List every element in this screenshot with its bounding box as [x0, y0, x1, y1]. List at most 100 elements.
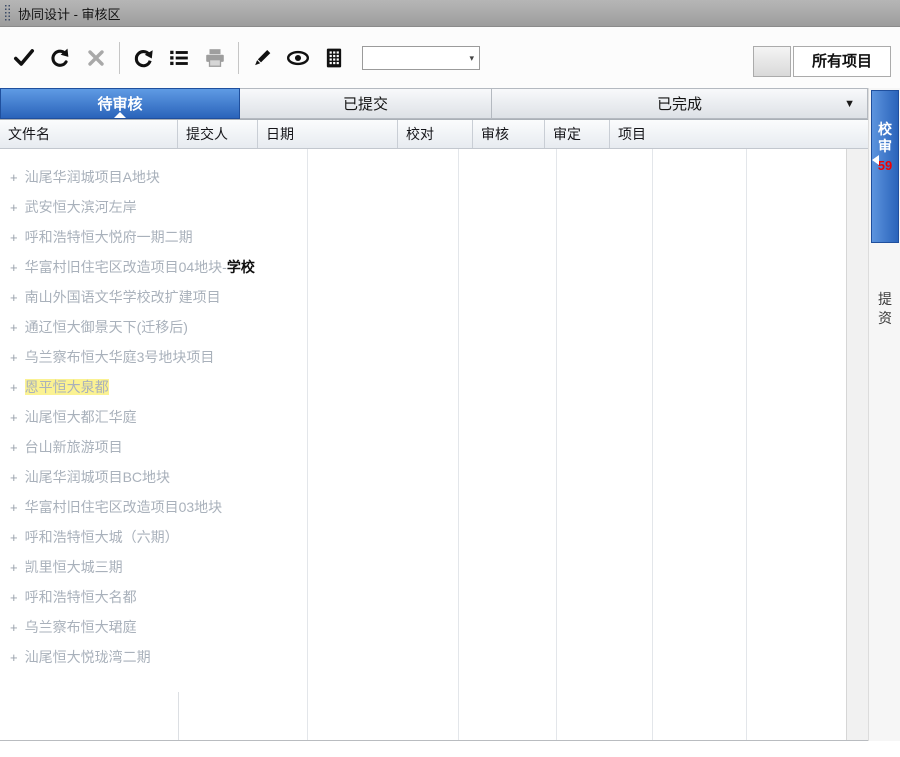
project-name: 凯里恒大城三期: [25, 559, 123, 575]
side-tab-review[interactable]: 校 审 59: [871, 90, 899, 243]
side-tab-strip: 校 审 59 提 资: [868, 88, 900, 741]
expand-icon[interactable]: +: [10, 230, 18, 245]
column-header-submitter[interactable]: 提交人: [178, 120, 258, 148]
side-tab-tizi[interactable]: 提 资: [871, 286, 899, 354]
side-tab-label-char: 提: [871, 290, 899, 309]
building-icon: [323, 47, 345, 69]
table-row[interactable]: + 呼和浩特恒大悦府一期二期: [0, 222, 868, 252]
expand-icon[interactable]: +: [10, 380, 18, 395]
tab-pending-review[interactable]: 待审核: [0, 88, 240, 119]
project-name: 汕尾华润城项目BC地块: [25, 469, 170, 485]
expand-icon[interactable]: +: [10, 620, 18, 635]
tab-label: 已提交: [343, 93, 388, 114]
pencil-icon: [251, 47, 273, 69]
table-row[interactable]: + 通辽恒大御景天下(迁移后): [0, 312, 868, 342]
tab-bar: 待审核 已提交 已完成 ▼: [0, 88, 868, 119]
grip-icon: [4, 4, 11, 22]
title-bar: 协同设计 - 审核区: [0, 0, 900, 27]
edit-button[interactable]: [244, 40, 280, 76]
preview-button[interactable]: [280, 40, 316, 76]
tab-completed[interactable]: 已完成 ▼: [492, 88, 868, 119]
tab-submitted[interactable]: 已提交: [240, 88, 492, 119]
table-row[interactable]: + 汕尾恒大悦珑湾二期: [0, 642, 868, 672]
printer-icon: [204, 47, 226, 69]
blank-filter-button[interactable]: [753, 46, 791, 77]
table-row[interactable]: +呼和浩特恒大名都: [0, 582, 868, 612]
table-row[interactable]: +乌兰察布恒大华庭3号地块项目: [0, 342, 868, 372]
column-header-proofread[interactable]: 校对: [398, 120, 473, 148]
table-row[interactable]: + 恩平恒大泉都: [0, 372, 868, 402]
table-row[interactable]: + 南山外国语文华学校改扩建项目: [0, 282, 868, 312]
column-header-approval[interactable]: 审定: [545, 120, 610, 148]
expand-icon[interactable]: +: [10, 530, 18, 545]
table-row[interactable]: +汕尾恒大都汇华庭: [0, 402, 868, 432]
expand-icon[interactable]: +: [10, 320, 18, 335]
expand-icon[interactable]: +: [10, 590, 18, 605]
table-row[interactable]: + 台山新旅游项目: [0, 432, 868, 462]
project-name: 华富村旧住宅区改造项目03地块: [25, 499, 223, 515]
all-projects-button[interactable]: 所有项目: [793, 46, 891, 77]
toolbar-separator: [238, 42, 239, 74]
expand-icon[interactable]: +: [10, 290, 18, 305]
active-side-tab-marker: [872, 155, 879, 165]
table-row[interactable]: + 华富村旧住宅区改造项目04地块-学校: [0, 252, 868, 282]
refresh-button[interactable]: [125, 40, 161, 76]
grid-line: [178, 692, 179, 740]
table-row[interactable]: + 凯里恒大城三期: [0, 552, 868, 582]
column-header-filename[interactable]: 文件名: [0, 120, 178, 148]
project-name-highlighted: 恩平恒大泉都: [25, 379, 109, 395]
project-name: 武安恒大滨河左岸: [25, 199, 137, 215]
toolbar-separator: [119, 42, 120, 74]
refresh-icon: [132, 47, 154, 69]
table-row[interactable]: + 华富村旧住宅区改造项目03地块: [0, 492, 868, 522]
side-tab-label-char: 审: [872, 138, 898, 155]
chevron-down-icon: ▾: [469, 47, 474, 69]
print-button[interactable]: [197, 40, 233, 76]
expand-icon[interactable]: +: [10, 200, 18, 215]
undo-button[interactable]: [42, 40, 78, 76]
project-name: 呼和浩特恒大悦府一期二期: [25, 229, 193, 245]
expand-icon[interactable]: +: [10, 170, 18, 185]
expand-icon[interactable]: +: [10, 470, 18, 485]
check-icon: [13, 47, 35, 69]
table-row[interactable]: +乌兰察布恒大珺庭: [0, 612, 868, 642]
table-row[interactable]: + 汕尾华润城项目BC地块: [0, 462, 868, 492]
project-name: 汕尾恒大悦珑湾二期: [25, 649, 151, 665]
project-name: 南山外国语文华学校改扩建项目: [25, 289, 221, 305]
list-button[interactable]: [161, 40, 197, 76]
reject-button[interactable]: [78, 40, 114, 76]
project-filter-combobox[interactable]: ▾: [362, 46, 480, 70]
expand-icon[interactable]: +: [10, 560, 18, 575]
expand-icon[interactable]: +: [10, 350, 18, 365]
column-header-review[interactable]: 审核: [473, 120, 545, 148]
tab-label: 已完成: [657, 93, 702, 114]
project-name: 台山新旅游项目: [25, 439, 123, 455]
side-tab-label-char: 校: [872, 121, 898, 138]
window-title: 协同设计 - 审核区: [18, 4, 121, 23]
expand-icon[interactable]: +: [10, 260, 18, 275]
project-building-button[interactable]: [316, 40, 352, 76]
expand-icon[interactable]: +: [10, 650, 18, 665]
active-tab-notch: [114, 112, 126, 118]
expand-icon[interactable]: +: [10, 500, 18, 515]
toolbar: ▾ 所有项目: [0, 27, 900, 88]
project-name: 华富村旧住宅区改造项目04地块-: [25, 259, 227, 275]
expand-icon[interactable]: +: [10, 440, 18, 455]
column-header-project[interactable]: 项目: [610, 120, 868, 148]
project-name: 通辽恒大御景天下(迁移后): [25, 319, 188, 335]
undo-icon: [49, 47, 71, 69]
table-header: 文件名 提交人 日期 校对 审核 审定 项目: [0, 119, 868, 149]
approve-button[interactable]: [6, 40, 42, 76]
tab-overflow-dropdown-icon[interactable]: ▼: [844, 98, 855, 110]
table-row[interactable]: +呼和浩特恒大城（六期）: [0, 522, 868, 552]
x-icon: [86, 48, 106, 68]
project-name-bold-suffix: 学校: [227, 259, 255, 275]
tab-label: 待审核: [97, 93, 142, 114]
app-window: 协同设计 - 审核区: [0, 0, 900, 757]
column-header-date[interactable]: 日期: [258, 120, 398, 148]
file-tree-list: +汕尾华润城项目A地块 + 武安恒大滨河左岸 + 呼和浩特恒大悦府一期二期 + 华富村…: [0, 149, 868, 672]
expand-icon[interactable]: +: [10, 410, 18, 425]
table-row[interactable]: + 武安恒大滨河左岸: [0, 192, 868, 222]
table-row[interactable]: +汕尾华润城项目A地块: [0, 162, 868, 192]
side-tab-label-char: 资: [871, 309, 899, 328]
